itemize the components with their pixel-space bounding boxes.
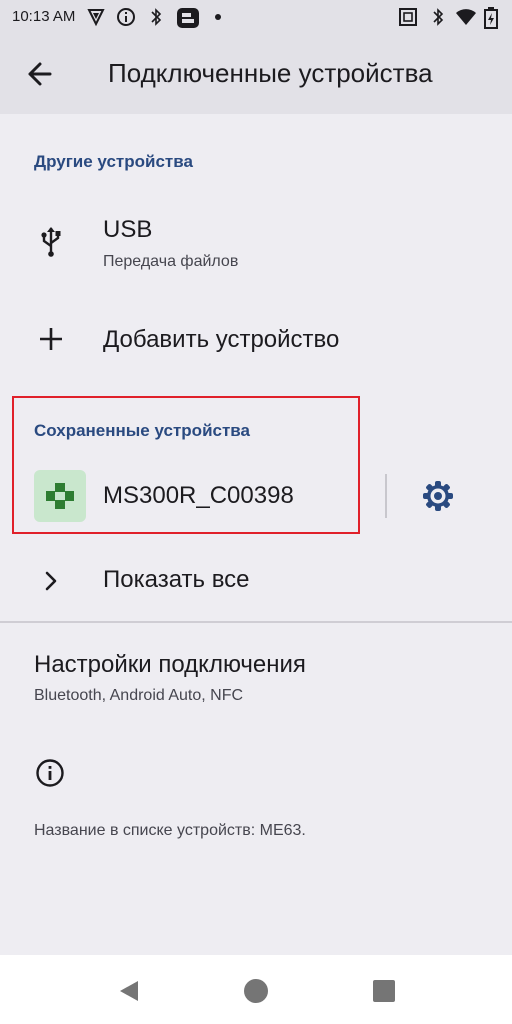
app-bar: Подключенные устройства [0, 34, 512, 114]
connection-settings-subtitle: Bluetooth, Android Auto, NFC [34, 687, 244, 704]
settings-gear-icon[interactable] [420, 478, 456, 514]
section-divider [0, 621, 512, 623]
chevron-right-icon [45, 571, 57, 591]
saved-devices-header: Сохраненные устройства [34, 421, 250, 440]
battery-icon [484, 7, 498, 29]
usb-icon [41, 227, 61, 257]
status-time: 10:13 AM [12, 8, 76, 25]
usb-title: USB [103, 216, 153, 243]
nav-back-icon[interactable] [114, 977, 142, 1005]
info-circle-icon [117, 8, 135, 26]
status-bar: 10:13 AM [0, 0, 512, 34]
saved-device-row[interactable]: MS300R_C00398 [0, 462, 370, 532]
usb-row[interactable]: USB Передача файлов [0, 196, 512, 292]
bluetooth-status-icon [433, 8, 444, 26]
plus-icon [40, 328, 62, 350]
back-button[interactable] [22, 56, 58, 92]
saved-device-name: MS300R_C00398 [103, 482, 294, 509]
device-name-info: Название в списке устройств: ME63. [34, 822, 306, 839]
nav-home-icon[interactable] [242, 977, 270, 1005]
nfc-icon [399, 8, 417, 26]
info-icon [36, 759, 64, 787]
bluetooth-icon [151, 8, 162, 26]
other-devices-header: Другие устройства [34, 152, 193, 171]
add-device-label: Добавить устройство [103, 326, 340, 353]
connection-settings-row[interactable]: Настройки подключения Bluetooth, Android… [0, 630, 512, 720]
add-device-row[interactable]: Добавить устройство [0, 300, 512, 380]
show-all-label: Показать все [103, 566, 250, 593]
navigation-bar [0, 955, 512, 1024]
page-title: Подключенные устройства [108, 58, 433, 88]
wifi-icon [456, 9, 476, 25]
connection-settings-title: Настройки подключения [34, 651, 306, 678]
nav-recents-icon[interactable] [370, 977, 398, 1005]
device-icon-box [34, 470, 86, 522]
show-all-row[interactable]: Показать все [0, 546, 512, 616]
vertical-divider [385, 474, 387, 518]
vpn-shield-icon [87, 9, 105, 27]
app-b-icon [177, 8, 199, 28]
usb-subtitle: Передача файлов [103, 253, 239, 270]
gamepad-icon [46, 483, 74, 509]
arrow-back-icon [28, 62, 52, 86]
dot-icon [215, 14, 221, 20]
